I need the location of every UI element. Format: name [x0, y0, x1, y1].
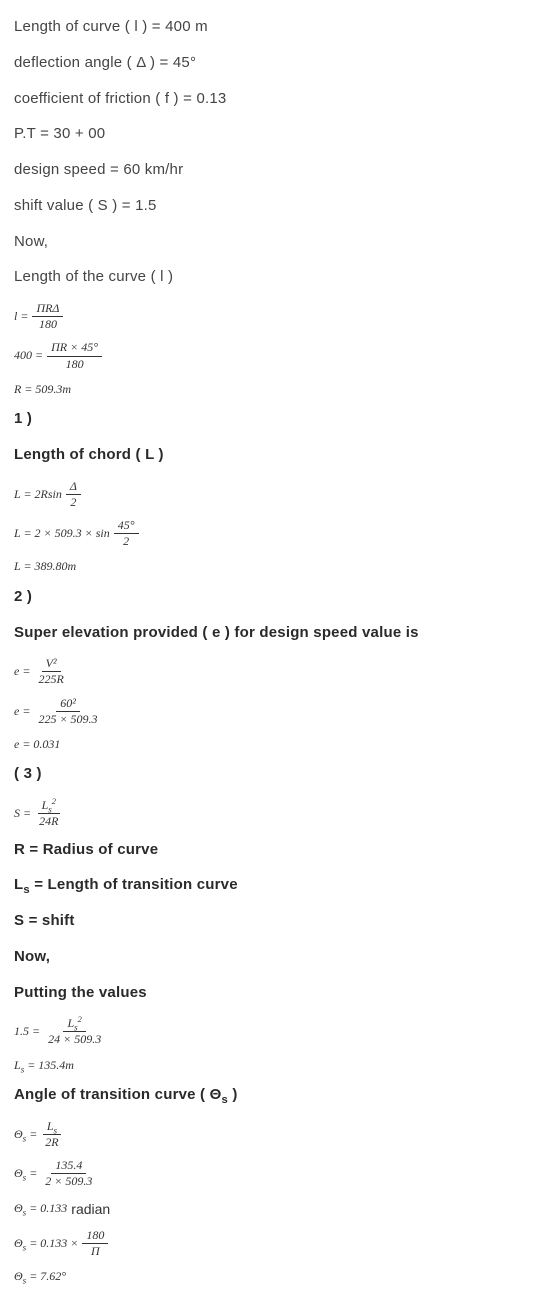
numerator: 135.4: [51, 1159, 86, 1174]
denominator: 2R: [41, 1135, 62, 1149]
eq-lhs: 1.5 =: [14, 1023, 40, 1040]
equation-R-result: R = 509.3m: [14, 381, 520, 398]
numerator: 45°: [114, 519, 139, 534]
section-2: 2 ): [14, 586, 520, 608]
denominator: 225R: [34, 672, 67, 686]
numerator: ΠR × 45°: [47, 341, 102, 356]
given-line: Length of the curve ( l ): [14, 266, 520, 288]
eq-lhs: L = 2Rsin: [14, 486, 62, 503]
equation-L-formula: L = 2Rsin Δ 2: [14, 480, 520, 509]
equation-e-calc: e = 60² 225 × 509.3: [14, 697, 520, 726]
given-line: Length of curve ( l ) = 400 m: [14, 16, 520, 38]
denominator: 180: [62, 357, 88, 371]
fraction: 180 Π: [82, 1229, 108, 1258]
eq-lhs: e =: [14, 663, 30, 680]
equation-S-formula: S = Ls2 24R: [14, 799, 520, 828]
eq-text: Ls = 135.4m: [14, 1057, 74, 1074]
fraction: Ls 2R: [41, 1120, 62, 1149]
definition-R: R = Radius of curve: [14, 839, 520, 861]
equation-l-formula: l = ΠRΔ 180: [14, 302, 520, 331]
definition-Ls: Ls = Length of transition curve: [14, 874, 520, 896]
fraction: ΠR × 45° 180: [47, 341, 102, 370]
numerator: Δ: [66, 480, 81, 495]
section-1: 1 ): [14, 408, 520, 430]
fraction: Ls2 24 × 509.3: [44, 1017, 105, 1046]
equation-L-result: L = 389.80m: [14, 558, 520, 575]
eq-lhs: Θs =: [14, 1165, 37, 1182]
equation-e-formula: e = V² 225R: [14, 657, 520, 686]
given-line: P.T = 30 + 00: [14, 123, 520, 145]
theta-title: Angle of transition curve ( Θs ): [14, 1084, 520, 1106]
given-line: shift value ( S ) = 1.5: [14, 195, 520, 217]
eq-lhs: S =: [14, 805, 31, 822]
fraction: 45° 2: [114, 519, 139, 548]
eq-text: R = 509.3m: [14, 381, 71, 398]
numerator: 180: [82, 1229, 108, 1244]
eq-lhs: L = 2 × 509.3 × sin: [14, 525, 110, 542]
section-2-title: Super elevation provided ( e ) for desig…: [14, 622, 520, 644]
numerator: Ls2: [38, 799, 60, 814]
equation-theta-radian: Θs = 0.133 radian: [14, 1199, 520, 1219]
fraction: Δ 2: [66, 480, 81, 509]
eq-text: Θs = 7.62°: [14, 1268, 66, 1285]
fraction: V² 225R: [34, 657, 67, 686]
equation-Ls-result: Ls = 135.4m: [14, 1057, 520, 1074]
equation-theta-formula: Θs = Ls 2R: [14, 1120, 520, 1149]
denominator: 225 × 509.3: [34, 712, 101, 726]
given-line: design speed = 60 km/hr: [14, 159, 520, 181]
equation-theta-calc: Θs = 135.4 2 × 509.3: [14, 1159, 520, 1188]
eq-lhs: l =: [14, 308, 28, 325]
given-line: deflection angle ( Δ ) = 45°: [14, 52, 520, 74]
eq-lhs: Θs =: [14, 1126, 37, 1143]
eq-lhs: Θs = 0.133 ×: [14, 1235, 78, 1252]
section-3: ( 3 ): [14, 763, 520, 785]
eq-text: L = 389.80m: [14, 558, 76, 575]
fraction: Ls2 24R: [35, 799, 62, 828]
given-line: coefficient of friction ( f ) = 0.13: [14, 88, 520, 110]
numerator: 60²: [56, 697, 80, 712]
radian-label: radian: [71, 1199, 110, 1219]
numerator: ΠRΔ: [32, 302, 63, 317]
now-label: Now,: [14, 946, 520, 968]
numerator: Ls2: [63, 1017, 85, 1032]
equation-theta-result: Θs = 7.62°: [14, 1268, 520, 1285]
eq-lhs: e =: [14, 703, 30, 720]
denominator: 2: [119, 534, 133, 548]
equation-theta-convert: Θs = 0.133 × 180 Π: [14, 1229, 520, 1258]
eq-lhs: 400 =: [14, 347, 43, 364]
eq-text: e = 0.031: [14, 736, 60, 753]
numerator: V²: [42, 657, 61, 672]
denominator: 24R: [35, 814, 62, 828]
putting-values: Putting the values: [14, 982, 520, 1004]
denominator: 2 × 509.3: [41, 1174, 96, 1188]
equation-L-calc: L = 2 × 509.3 × sin 45° 2: [14, 519, 520, 548]
eq-text: Θs = 0.133: [14, 1200, 67, 1217]
equation-l-calc: 400 = ΠR × 45° 180: [14, 341, 520, 370]
section-1-title: Length of chord ( L ): [14, 444, 520, 466]
given-line: Now,: [14, 231, 520, 253]
definition-S: S = shift: [14, 910, 520, 932]
fraction: ΠRΔ 180: [32, 302, 63, 331]
equation-S-calc: 1.5 = Ls2 24 × 509.3: [14, 1017, 520, 1046]
fraction: 60² 225 × 509.3: [34, 697, 101, 726]
denominator: 2: [66, 495, 80, 509]
numerator: Ls: [43, 1120, 61, 1135]
fraction: 135.4 2 × 509.3: [41, 1159, 96, 1188]
denominator: 24 × 509.3: [44, 1032, 105, 1046]
equation-e-result: e = 0.031: [14, 736, 520, 753]
denominator: 180: [35, 317, 61, 331]
denominator: Π: [87, 1244, 104, 1258]
